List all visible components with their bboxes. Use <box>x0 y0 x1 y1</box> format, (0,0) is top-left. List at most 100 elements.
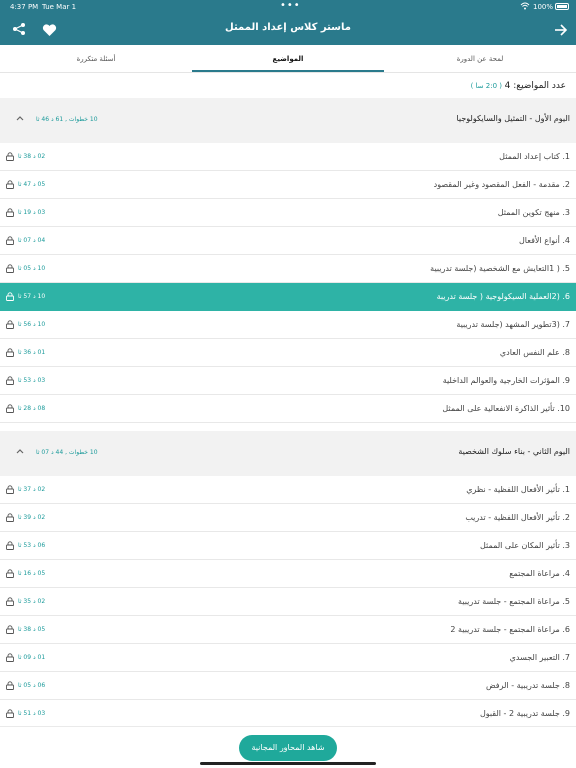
heart-icon <box>42 23 56 36</box>
lock-icon <box>6 625 14 634</box>
chevron-up-icon[interactable] <box>14 445 26 457</box>
lesson-duration: 05 د 47 ثا <box>18 181 46 188</box>
section-header[interactable]: اليوم الثاني - بناء سلوك الشخصية 10 خطوات… <box>0 431 576 476</box>
lock-icon <box>6 292 14 301</box>
lesson-row[interactable]: 1. كتاب إعداد الممثل 02 د 38 ثا <box>0 143 576 171</box>
lesson-row[interactable]: 4. مراعاة المجتمع 05 د 16 ثا <box>0 560 576 588</box>
lesson-row[interactable]: 8. علم النفس العادي 01 د 36 ثا <box>0 339 576 367</box>
lesson-duration: 04 د 07 ثا <box>18 237 46 244</box>
tab-topics[interactable]: المواضيع <box>192 45 384 73</box>
lesson-duration: 03 د 51 ثا <box>18 710 46 717</box>
lesson-duration: 02 د 35 ثا <box>18 598 46 605</box>
lock-icon <box>6 709 14 718</box>
lesson-duration: 10 د 57 ثا <box>18 293 46 300</box>
favorite-button[interactable] <box>40 21 58 39</box>
lesson-duration: 03 د 19 ثا <box>18 209 46 216</box>
lesson-row[interactable]: 9. المؤثرات الخارجية والعوالم الداخلية 03… <box>0 367 576 395</box>
lesson-title: 1. تأثير الأفعال اللفظية - نظري <box>466 485 570 494</box>
topics-total-duration: ( 2:0 سا ) <box>470 82 502 90</box>
lock-icon <box>6 208 14 217</box>
lesson-title: 5. ( 1التعايش مع الشخصية (جلسة تدريبية <box>430 264 570 273</box>
bottom-bar: شاهد المحاور المجانية <box>0 726 576 768</box>
lesson-duration: 03 د 53 ثا <box>18 377 46 384</box>
lesson-duration: 02 د 38 ثا <box>18 153 46 160</box>
lesson-row[interactable]: 8. جلسة تدريبية - الرفض 06 د 05 ثا <box>0 672 576 700</box>
lesson-duration: 02 د 39 ثا <box>18 514 46 521</box>
lesson-duration: 05 د 16 ثا <box>18 570 46 577</box>
lesson-row[interactable]: 7. التعبير الجسدي 01 د 09 ثا <box>0 644 576 672</box>
lesson-title: 7. (3تطوير المشهد (جلسة تدريبية <box>456 320 570 329</box>
lesson-title: 2. تأثير الأفعال اللفظية - تدريب <box>465 513 570 522</box>
lock-icon <box>6 541 14 550</box>
lesson-row[interactable]: 5. ( 1التعايش مع الشخصية (جلسة تدريبية 10… <box>0 255 576 283</box>
share-icon <box>13 23 25 35</box>
section-meta: 10 خطوات , 61 د 46 ثا <box>36 116 98 123</box>
lesson-title: 3. منهج تكوين الممثل <box>497 208 570 217</box>
arrow-right-icon <box>555 24 568 36</box>
tab-overview[interactable]: لمحة عن الدورة <box>384 45 576 73</box>
tab-faq[interactable]: أسئلة متكررة <box>0 45 192 73</box>
lock-icon <box>6 152 14 161</box>
status-time: 4:37 PM <box>10 3 39 11</box>
lesson-row[interactable]: 3. تأثير المكان على الممثل 06 د 53 ثا <box>0 532 576 560</box>
lesson-title: 8. جلسة تدريبية - الرفض <box>485 681 570 690</box>
lock-icon <box>6 513 14 522</box>
lock-icon <box>6 376 14 385</box>
lock-icon <box>6 264 14 273</box>
section-meta: 10 خطوات , 44 د 07 ثا <box>36 449 98 456</box>
back-button[interactable] <box>552 21 570 39</box>
lock-icon <box>6 653 14 662</box>
lesson-duration: 05 د 38 ثا <box>18 626 46 633</box>
status-date: Tue Mar 1 <box>42 3 77 11</box>
lesson-row[interactable]: 1. تأثير الأفعال اللفظية - نظري 02 د 37 ث… <box>0 476 576 504</box>
lesson-title: 4. مراعاة المجتمع <box>509 569 570 578</box>
wifi-icon <box>520 2 530 10</box>
lesson-row[interactable]: 6. (2العملية السيكولوجية ( جلسة تدريبة 10… <box>0 283 576 311</box>
section-title: اليوم الأول - التمثيل والسايكولوجيا <box>456 114 570 123</box>
tab-bar: أسئلة متكررة المواضيع لمحة عن الدورة <box>0 45 576 73</box>
topics-count-label: عدد المواضيع: 4 <box>504 81 566 91</box>
lesson-title: 1. كتاب إعداد الممثل <box>499 152 570 161</box>
lock-icon <box>6 236 14 245</box>
lesson-title: 6. مراعاة المجتمع - جلسة تدريبية 2 <box>450 625 570 634</box>
lesson-row[interactable]: 2. مقدمة - الفعل المقصود وغير المقصود 05 … <box>0 171 576 199</box>
lesson-row[interactable]: 9. جلسة تدريبية 2 - القبول 03 د 51 ثا <box>0 700 576 726</box>
section-title: اليوم الثاني - بناء سلوك الشخصية <box>458 447 570 456</box>
lesson-row[interactable]: 2. تأثير الأفعال اللفظية - تدريب 02 د 39 … <box>0 504 576 532</box>
lesson-duration: 02 د 37 ثا <box>18 486 46 493</box>
lesson-duration: 10 د 05 ثا <box>18 265 46 272</box>
share-button[interactable] <box>10 20 28 38</box>
lesson-row[interactable]: 6. مراعاة المجتمع - جلسة تدريبية 2 05 د 3… <box>0 616 576 644</box>
section-header[interactable]: اليوم الأول - التمثيل والسايكولوجيا 10 خط… <box>0 98 576 143</box>
battery-icon <box>555 3 569 10</box>
lesson-row[interactable]: 5. مراعاة المجتمع - جلسة تدريبية 02 د 35 … <box>0 588 576 616</box>
lesson-duration: 06 د 05 ثا <box>18 682 46 689</box>
tab-selected-indicator <box>192 70 384 72</box>
watch-free-topics-button[interactable]: شاهد المحاور المجانية <box>239 735 337 761</box>
lock-icon <box>6 404 14 413</box>
status-bar: 4:37 PM Tue Mar 1 ••• 100% <box>0 0 576 13</box>
topics-list[interactable]: اليوم الأول - التمثيل والسايكولوجيا 10 خط… <box>0 98 576 726</box>
lesson-title: 2. مقدمة - الفعل المقصود وغير المقصود <box>433 180 570 189</box>
battery-percent: 100% <box>533 3 554 11</box>
lesson-title: 5. مراعاة المجتمع - جلسة تدريبية <box>458 597 570 606</box>
lock-icon <box>6 569 14 578</box>
lesson-row[interactable]: 10. تأثير الذاكرة الانفعالية على الممثل 0… <box>0 395 576 423</box>
home-indicator <box>200 762 376 765</box>
lesson-row[interactable]: 7. (3تطوير المشهد (جلسة تدريبية 10 د 56 ث… <box>0 311 576 339</box>
lesson-row[interactable]: 3. منهج تكوين الممثل 03 د 19 ثا <box>0 199 576 227</box>
page-title: ماستر كلاس إعداد الممثل <box>225 22 351 33</box>
lesson-title: 8. علم النفس العادي <box>499 348 570 357</box>
lock-icon <box>6 681 14 690</box>
lock-icon <box>6 320 14 329</box>
lesson-duration: 08 د 28 ثا <box>18 405 46 412</box>
lesson-title: 9. المؤثرات الخارجية والعوالم الداخلية <box>442 376 570 385</box>
lesson-title: 9. جلسة تدريبية 2 - القبول <box>479 709 570 718</box>
chevron-up-icon[interactable] <box>14 112 26 124</box>
app-header: 4:37 PM Tue Mar 1 ••• 100% ماستر كلاس إع… <box>0 0 576 45</box>
lesson-duration: 10 د 56 ثا <box>18 321 46 328</box>
lesson-duration: 01 د 36 ثا <box>18 349 46 356</box>
multitasking-dots-icon[interactable]: ••• <box>280 0 301 11</box>
lesson-duration: 01 د 09 ثا <box>18 654 46 661</box>
lesson-row[interactable]: 4. أنواع الأفعال 04 د 07 ثا <box>0 227 576 255</box>
